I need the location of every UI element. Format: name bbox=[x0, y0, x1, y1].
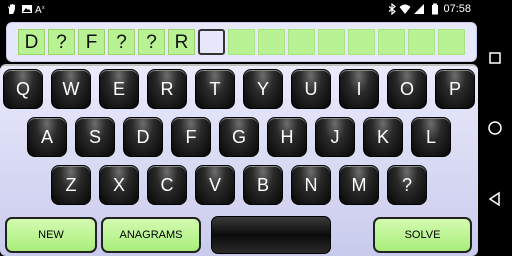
key-z[interactable]: Z bbox=[51, 165, 91, 205]
letter-tile-11[interactable] bbox=[318, 29, 345, 55]
key-m[interactable]: M bbox=[339, 165, 379, 205]
keyboard: Q W E R T Y U I O P A S D F G H J K L Z … bbox=[0, 64, 478, 256]
letter-tile-14[interactable] bbox=[408, 29, 435, 55]
letter-tile-2[interactable]: ? bbox=[48, 29, 75, 55]
navigation-bar bbox=[478, 0, 512, 256]
svg-text:A: A bbox=[35, 5, 42, 15]
key-t[interactable]: T bbox=[195, 69, 235, 109]
home-circle-icon[interactable] bbox=[486, 119, 504, 137]
key-x[interactable]: X bbox=[99, 165, 139, 205]
hand-icon bbox=[8, 4, 15, 14]
key-e[interactable]: E bbox=[99, 69, 139, 109]
solve-button[interactable]: SOLVE bbox=[373, 217, 472, 253]
svg-text:x: x bbox=[42, 5, 45, 11]
key-wildcard[interactable]: ? bbox=[387, 165, 427, 205]
letter-tile-8[interactable] bbox=[228, 29, 255, 55]
letter-tile-15[interactable] bbox=[438, 29, 465, 55]
clock: 07:58 bbox=[443, 3, 471, 15]
letter-tile-12[interactable] bbox=[348, 29, 375, 55]
bluetooth-icon bbox=[388, 3, 396, 15]
key-v[interactable]: V bbox=[195, 165, 235, 205]
key-g[interactable]: G bbox=[219, 117, 259, 157]
anagrams-button[interactable]: ANAGRAMS bbox=[101, 217, 201, 253]
key-b[interactable]: B bbox=[243, 165, 283, 205]
letter-tile-4[interactable]: ? bbox=[108, 29, 135, 55]
key-n[interactable]: N bbox=[291, 165, 331, 205]
key-r[interactable]: R bbox=[147, 69, 187, 109]
key-q[interactable]: Q bbox=[3, 69, 43, 109]
key-s[interactable]: S bbox=[75, 117, 115, 157]
key-j[interactable]: J bbox=[315, 117, 355, 157]
key-c[interactable]: C bbox=[147, 165, 187, 205]
key-p[interactable]: P bbox=[435, 69, 475, 109]
key-l[interactable]: L bbox=[411, 117, 451, 157]
letter-tile-3[interactable]: F bbox=[78, 29, 105, 55]
letter-tile-13[interactable] bbox=[378, 29, 405, 55]
space-key[interactable] bbox=[211, 216, 331, 254]
image-icon bbox=[22, 5, 32, 13]
key-u[interactable]: U bbox=[291, 69, 331, 109]
letter-tile-cursor[interactable] bbox=[198, 29, 225, 55]
key-o[interactable]: O bbox=[387, 69, 427, 109]
app-area: D ? F ? ? R Q W E R T Y U I O P A S D F … bbox=[0, 18, 478, 256]
status-bar: A x 07:58 bbox=[0, 0, 478, 18]
letter-tile-5[interactable]: ? bbox=[138, 29, 165, 55]
key-y[interactable]: Y bbox=[243, 69, 283, 109]
letter-tile-1[interactable]: D bbox=[18, 29, 45, 55]
key-i[interactable]: I bbox=[339, 69, 379, 109]
signal-icon bbox=[414, 4, 424, 14]
new-button[interactable]: NEW bbox=[5, 217, 97, 253]
letter-tile-9[interactable] bbox=[258, 29, 285, 55]
key-a[interactable]: A bbox=[27, 117, 67, 157]
key-k[interactable]: K bbox=[363, 117, 403, 157]
key-d[interactable]: D bbox=[123, 117, 163, 157]
word-pattern-panel: D ? F ? ? R bbox=[6, 22, 477, 62]
battery-icon bbox=[432, 3, 438, 15]
back-triangle-icon[interactable] bbox=[486, 190, 504, 208]
key-h[interactable]: H bbox=[267, 117, 307, 157]
text-a-icon: A x bbox=[35, 5, 45, 15]
key-f[interactable]: F bbox=[171, 117, 211, 157]
letter-tile-10[interactable] bbox=[288, 29, 315, 55]
key-w[interactable]: W bbox=[51, 69, 91, 109]
wifi-icon bbox=[399, 4, 411, 14]
letter-tile-6[interactable]: R bbox=[168, 29, 195, 55]
recents-square-icon[interactable] bbox=[486, 49, 504, 67]
